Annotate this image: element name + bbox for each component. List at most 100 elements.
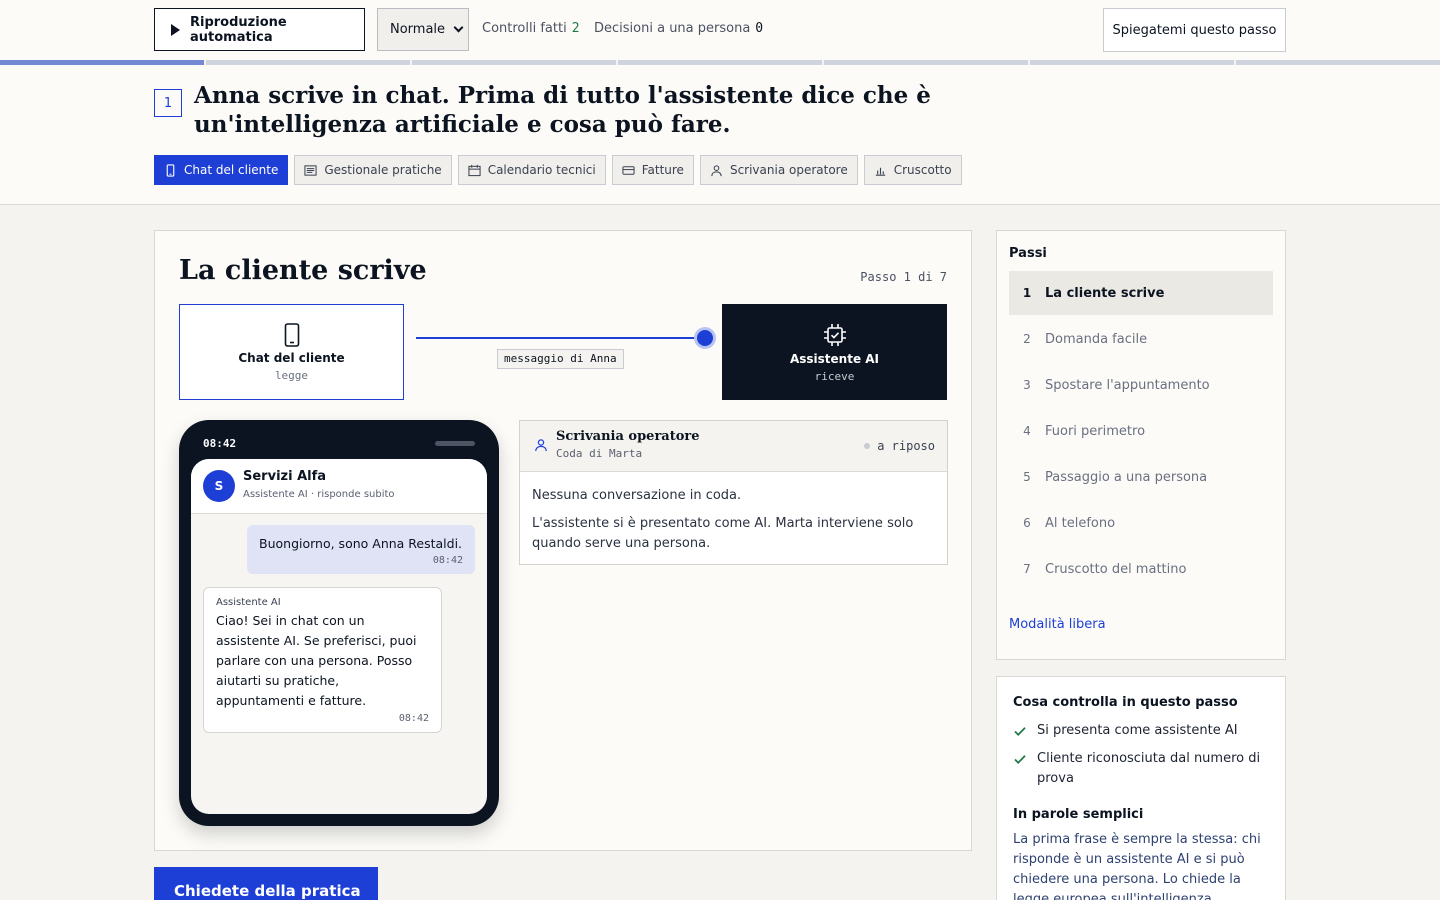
checkmark-icon [1014,727,1026,736]
step-item-number: 4 [1023,424,1031,438]
flow-connector [416,337,705,339]
step-item-label: Domanda facile [1045,331,1148,347]
status-dot-icon [864,443,871,449]
card-icon [622,165,635,175]
person-icon [711,164,722,176]
step-item[interactable]: 1 La cliente scrive [1009,271,1273,315]
checks-title: Cosa controlla in questo passo [1013,695,1238,710]
operator-desk-header: Scrivania operatore Coda di Marta a ripo… [520,421,947,472]
step-item-number: 1 [1022,286,1032,300]
check-item-label: Cliente riconosciuta dal numero di prova [1037,751,1261,786]
step-item-number: 7 [1023,562,1031,576]
bar-chart-icon [875,167,885,176]
flow-message-dot [697,330,713,346]
check-item: Cliente riconosciuta dal numero di prova [1013,749,1273,789]
app-tab-label: Scrivania operatore [729,163,848,177]
app-tab-chat-del-cliente[interactable]: Chat del cliente [154,155,289,185]
phone-clock: 08:42 [203,437,237,450]
step-item-label: Fuori perimetro [1045,423,1146,439]
step-heading: Anna scrive in chat. Prima di tutto l'as… [194,82,931,138]
user-message-bubble: Buongiorno, sono Anna Restaldi. 08:42 [247,525,475,574]
operator-desk-panel: Scrivania operatore Coda di Marta a ripo… [519,420,948,565]
step-item-label: Spostare l'appuntamento [1045,377,1210,393]
chat-contact-name: Servizi Alfa [243,469,327,484]
decisions-label: Decisioni a una persona [594,21,751,36]
step-item-number: 6 [1023,516,1031,530]
phone-speaker [435,441,475,446]
step-header: 1 Anna scrive in chat. Prima di tutto l'… [0,65,1440,205]
step-item[interactable]: 5 Passaggio a una persona [1009,455,1273,499]
play-icon [171,23,180,36]
step-item[interactable]: 6 Al telefono [1009,501,1273,545]
speed-select[interactable]: Normale [377,8,469,51]
app-tab-scrivania-operatore[interactable]: Scrivania operatore [699,155,858,185]
chat-screen: S Servizi Alfa Assistente AI · risponde … [191,459,487,814]
ai-message-time: 08:42 [398,713,429,724]
ai-sender-label: Assistente AI [216,597,281,608]
app-tab-label: Fatture [641,163,684,177]
decisions-count: 0 [755,21,764,36]
app-tab-cruscotto[interactable]: Cruscotto [863,155,962,185]
app-tab-label: Gestionale pratiche [324,163,442,177]
step-counter: Passo 1 di 7 [860,270,947,284]
chip-check-icon [823,323,846,346]
app-tab-calendario-tecnici[interactable]: Calendario tecnici [457,155,606,185]
chat-contact-sub: Assistente AI · risponde subito [243,489,395,500]
plain-words-text: La prima frase è sempre la stessa: chi r… [1013,832,1261,900]
operator-desk-body: Nessuna conversazione in coda. L'assiste… [520,472,947,568]
app-tab-fatture[interactable]: Fatture [611,155,694,185]
free-mode-link[interactable]: Modalità libera [1009,617,1106,632]
step-item[interactable]: 4 Fuori perimetro [1009,409,1273,453]
flow-node-label: Assistente AI [789,351,880,366]
step-item-number: 5 [1023,470,1031,484]
chevron-down-icon [453,22,464,33]
ai-message-bubble: Assistente AI Ciao! Sei in chat con un a… [203,587,442,733]
user-message-time: 08:42 [432,555,463,566]
autoplay-label: Riproduzione automatica [190,14,287,45]
operator-queue-name: Coda di Marta [556,447,643,460]
flow-node-sub: legge [274,368,309,382]
flow-message-label: messaggio di Anna [497,349,624,369]
list-icon [304,164,317,176]
checks-done-stat: Controlli fatti 2 [482,21,580,36]
person-icon [535,439,547,452]
flow-node-customer-chat: Chat del cliente legge [179,304,404,400]
checkmark-icon [1014,755,1026,764]
step-item[interactable]: 7 Cruscotto del mattino [1009,547,1273,591]
step-number-badge: 1 [154,89,182,117]
user-message-text: Buongiorno, sono Anna Restaldi. [259,536,463,551]
avatar: S [203,470,235,502]
step-item-label: Passaggio a una persona [1045,469,1208,485]
scene-card: La cliente scrive Passo 1 di 7 Chat del … [154,230,972,851]
next-action-button[interactable]: Chiedete della pratica → [154,867,378,900]
customer-phone: 08:42 S Servizi Alfa Assistente AI · ris… [179,420,499,826]
steps-title: Passi [1009,246,1047,261]
app-tabs: Chat del cliente Gestionale pratiche Calen… [154,155,962,185]
step-item[interactable]: 3 Spostare l'appuntamento [1009,363,1273,407]
step-item[interactable]: 2 Domanda facile [1009,317,1273,361]
operator-status-text: a riposo [877,439,935,453]
flow-node-sub: riceve [814,369,855,383]
top-toolbar: Riproduzione automatica Normale Controll… [0,0,1440,60]
chat-header: S Servizi Alfa Assistente AI · risponde … [191,459,487,514]
speed-value: Normale [390,22,446,37]
phone-icon [166,163,175,177]
explain-step-button[interactable]: Spiegatemi questo passo [1103,8,1286,52]
app-tab-label: Chat del cliente [184,163,279,177]
flow-node-ai-assistant: Assistente AI riceve [722,304,947,400]
check-item-label: Si presenta come assistente AI [1037,723,1238,738]
step-item-label: Al telefono [1045,515,1116,531]
step-item-number: 2 [1023,332,1031,346]
calendar-icon [468,164,481,176]
plain-words-title: In parole semplici [1013,807,1144,822]
check-item: Si presenta come assistente AI [1013,721,1273,741]
checks-panel: Cosa controlla in questo passo Si presen… [996,676,1286,900]
steps-panel: Passi 1 La cliente scrive 2 Domanda facile 3… [996,230,1286,660]
step-item-label: Cruscotto del mattino [1045,561,1187,577]
app-tab-gestionale-pratiche[interactable]: Gestionale pratiche [294,155,452,185]
decisions-stat: Decisioni a una persona 0 [594,21,763,36]
ai-message-text: Ciao! Sei in chat con un assistente AI. … [216,613,417,708]
phone-icon [284,322,299,347]
autoplay-button[interactable]: Riproduzione automatica [154,8,365,51]
step-item-number: 3 [1023,378,1031,392]
